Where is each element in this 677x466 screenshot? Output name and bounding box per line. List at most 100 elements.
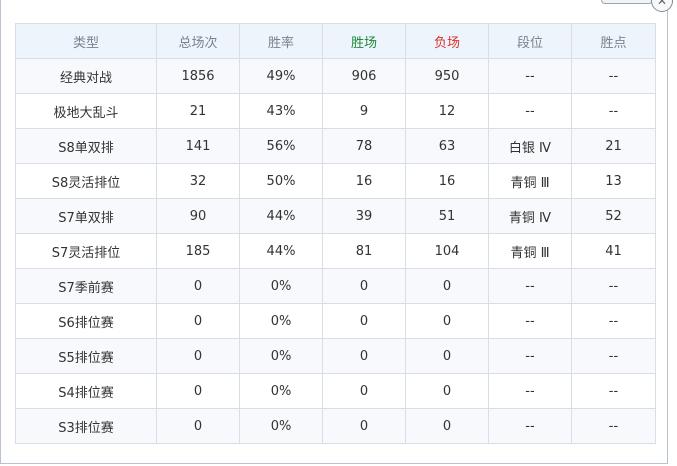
- cell-type: S5排位赛: [15, 338, 157, 374]
- cell-rank: 青铜 Ⅳ: [488, 198, 572, 234]
- cell-points: --: [571, 408, 656, 444]
- cell-rank: --: [488, 58, 572, 94]
- table-row: S6排位赛 0 0% 0 0 -- --: [15, 303, 656, 339]
- header-row: 类型 总场次 胜率 胜场 负场 段位 胜点: [15, 23, 656, 59]
- cell-rank: 青铜 Ⅲ: [488, 163, 572, 199]
- cell-win: 0: [322, 373, 406, 409]
- header-total: 总场次: [156, 23, 240, 59]
- cell-rank: --: [488, 408, 572, 444]
- cell-win: 0: [322, 338, 406, 374]
- header-points: 胜点: [571, 23, 656, 59]
- cell-rank: 青铜 Ⅲ: [488, 233, 572, 269]
- cell-total: 0: [156, 268, 240, 304]
- cell-type: S7单双排: [15, 198, 157, 234]
- table-row: S3排位赛 0 0% 0 0 -- --: [15, 408, 656, 444]
- cell-points: 13: [571, 163, 656, 199]
- cell-points: --: [571, 93, 656, 129]
- cell-type: S6排位赛: [15, 303, 157, 339]
- cell-rank: --: [488, 373, 572, 409]
- table-row: S8单双排 141 56% 78 63 白银 Ⅳ 21: [15, 128, 656, 164]
- cell-total: 0: [156, 303, 240, 339]
- stats-table: 类型 总场次 胜率 胜场 负场 段位 胜点 经典对战 1856 49% 906 950-…: [15, 23, 656, 444]
- cell-rank: --: [488, 268, 572, 304]
- cell-total: 0: [156, 338, 240, 374]
- cell-rate: 0%: [239, 338, 323, 374]
- cell-total: 141: [156, 128, 240, 164]
- cell-rank: --: [488, 93, 572, 129]
- cell-total: 21: [156, 93, 240, 129]
- cell-rate: 44%: [239, 233, 323, 269]
- cell-total: 32: [156, 163, 240, 199]
- cell-type: 极地大乱斗: [15, 93, 157, 129]
- cell-points: --: [571, 373, 656, 409]
- stats-table-header: 类型 总场次 胜率 胜场 负场 段位 胜点: [15, 23, 656, 59]
- cell-rank: 白银 Ⅳ: [488, 128, 572, 164]
- cell-loss: 12: [405, 93, 489, 129]
- table-row: S7灵活排位 185 44% 81 104 青铜 Ⅲ 41: [15, 233, 656, 269]
- cell-total: 1856: [156, 58, 240, 94]
- cell-rank: --: [488, 303, 572, 339]
- cell-total: 90: [156, 198, 240, 234]
- stats-panel: ✕ 类型 总场次 胜率 胜场 负场 段位 胜点 经典对战 1856 49% 906 95…: [0, 0, 673, 464]
- table-row: S7单双排 90 44% 39 51 青铜 Ⅳ 52: [15, 198, 656, 234]
- table-row: S4排位赛 0 0% 0 0 -- --: [15, 373, 656, 409]
- cell-total: 0: [156, 408, 240, 444]
- header-win: 胜场: [322, 23, 406, 59]
- cell-type: S7灵活排位: [15, 233, 157, 269]
- cell-win: 81: [322, 233, 406, 269]
- cell-points: 21: [571, 128, 656, 164]
- cell-points: 41: [571, 233, 656, 269]
- cell-rate: 0%: [239, 303, 323, 339]
- cell-loss: 0: [405, 303, 489, 339]
- cell-loss: 950: [405, 58, 489, 94]
- header-type: 类型: [15, 23, 157, 59]
- cell-win: 9: [322, 93, 406, 129]
- cell-type: 经典对战: [15, 58, 157, 94]
- header-rank: 段位: [488, 23, 572, 59]
- cell-points: 52: [571, 198, 656, 234]
- window-title-tab: [601, 0, 653, 4]
- stats-table-body: 经典对战 1856 49% 906 950 -- -- 极地大乱斗 21 43% 9 12 -- -- S8…: [15, 58, 656, 444]
- header-rate: 胜率: [239, 23, 323, 59]
- cell-rate: 56%: [239, 128, 323, 164]
- cell-loss: 51: [405, 198, 489, 234]
- cell-type: S4排位赛: [15, 373, 157, 409]
- cell-win: 906: [322, 58, 406, 94]
- table-row: 极地大乱斗 21 43% 9 12 -- --: [15, 93, 656, 129]
- cell-points: --: [571, 268, 656, 304]
- cell-loss: 63: [405, 128, 489, 164]
- cell-loss: 0: [405, 408, 489, 444]
- table-row: S8灵活排位 32 50% 16 16 青铜 Ⅲ 13: [15, 163, 656, 199]
- cell-points: --: [571, 58, 656, 94]
- cell-type: S3排位赛: [15, 408, 157, 444]
- table-row: S7季前赛 0 0% 0 0 -- --: [15, 268, 656, 304]
- cell-type: S8灵活排位: [15, 163, 157, 199]
- table-row: 经典对战 1856 49% 906 950 -- --: [15, 58, 656, 94]
- cell-win: 0: [322, 303, 406, 339]
- cell-win: 16: [322, 163, 406, 199]
- close-icon: ✕: [656, 0, 668, 8]
- cell-total: 0: [156, 373, 240, 409]
- cell-type: S8单双排: [15, 128, 157, 164]
- cell-rate: 0%: [239, 373, 323, 409]
- cell-rate: 44%: [239, 198, 323, 234]
- close-button[interactable]: ✕: [651, 0, 673, 12]
- cell-rate: 0%: [239, 408, 323, 444]
- cell-rate: 0%: [239, 268, 323, 304]
- cell-total: 185: [156, 233, 240, 269]
- cell-loss: 104: [405, 233, 489, 269]
- cell-loss: 0: [405, 338, 489, 374]
- cell-points: --: [571, 303, 656, 339]
- table-row: S5排位赛 0 0% 0 0 -- --: [15, 338, 656, 374]
- cell-loss: 0: [405, 268, 489, 304]
- cell-rate: 49%: [239, 58, 323, 94]
- cell-win: 78: [322, 128, 406, 164]
- cell-win: 0: [322, 408, 406, 444]
- cell-points: --: [571, 338, 656, 374]
- cell-rank: --: [488, 338, 572, 374]
- cell-type: S7季前赛: [15, 268, 157, 304]
- cell-rate: 50%: [239, 163, 323, 199]
- cell-loss: 16: [405, 163, 489, 199]
- header-loss: 负场: [405, 23, 489, 59]
- cell-rate: 43%: [239, 93, 323, 129]
